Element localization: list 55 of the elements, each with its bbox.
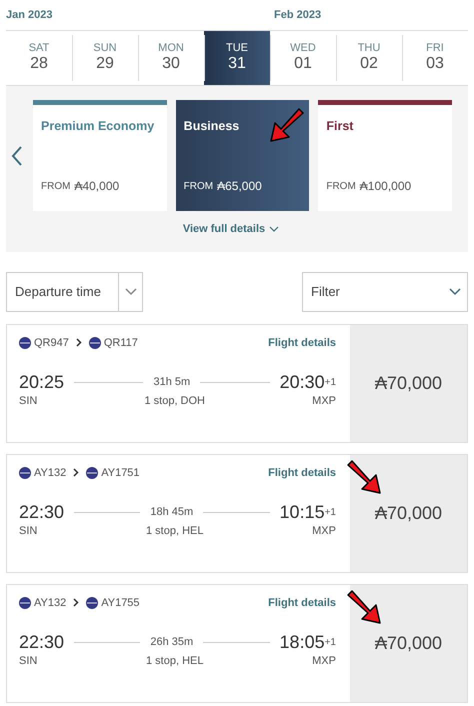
previous-arrow-icon[interactable] (10, 144, 24, 166)
fare-price: ₳70,000 (374, 502, 442, 524)
chevron-down-icon (124, 288, 136, 296)
departure-time: 20:25 (19, 373, 64, 391)
airline-logo-icon (19, 336, 31, 349)
cabin-card[interactable]: Business FROM ₳65,000 (176, 100, 310, 211)
date-tab[interactable]: TUE 31 (204, 31, 270, 85)
flight-number: AY132 (34, 596, 66, 610)
flight-details-link[interactable]: Flight details (268, 594, 336, 611)
arrival-time: 18:05 (280, 633, 325, 651)
stops: 1 stop, DOH (144, 394, 206, 409)
arrival-time: 10:15 (280, 503, 325, 521)
flight-number: AY132 (34, 466, 66, 480)
airport-code: SIN (19, 394, 38, 409)
flight-number: QR947 (34, 336, 69, 350)
duration: 26h 35m (150, 634, 194, 650)
airport-code: SIN (19, 524, 38, 539)
airline-logo-icon (19, 466, 31, 479)
flight-number: QR117 (104, 336, 138, 350)
day-offset: +1 (324, 376, 336, 390)
dropdown[interactable]: Filter (302, 272, 468, 312)
fare-price: ₳70,000 (374, 372, 442, 394)
departure-time: 22:30 (19, 503, 64, 521)
chevron-down-icon (269, 226, 280, 232)
airline-logo-icon (86, 466, 98, 479)
chevron-right-icon (76, 338, 82, 348)
airport-code: MXP (312, 654, 336, 669)
duration: 31h 5m (153, 374, 190, 390)
cabin-card[interactable]: Premium Economy FROM ₳40,000 (33, 100, 167, 211)
view-details-link[interactable]: View full details (182, 221, 280, 238)
airport-code: MXP (312, 394, 336, 409)
arrival-time: 20:30 (280, 373, 325, 391)
stops: 1 stop, HEL (146, 524, 204, 539)
dropdown[interactable]: Departure time (6, 272, 143, 312)
cabin-card[interactable]: First FROM ₳100,000 (318, 100, 452, 211)
flight-details-link[interactable]: Flight details (268, 334, 336, 351)
airline-logo-icon (86, 596, 98, 609)
chevron-down-icon (449, 288, 461, 296)
day-offset: +1 (324, 506, 336, 520)
flight-details-link[interactable]: Flight details (268, 464, 336, 481)
month-label: Jan 2023 (6, 8, 54, 23)
fare-price: ₳70,000 (374, 632, 442, 654)
airline-logo-icon (88, 336, 101, 349)
airport-code: MXP (312, 524, 336, 539)
stops: 1 stop, HEL (146, 654, 204, 669)
duration: 18h 45m (150, 504, 194, 520)
departure-time: 22:30 (19, 633, 64, 651)
chevron-right-icon (73, 598, 80, 608)
month-label: Feb 2023 (273, 8, 322, 23)
flight-number: AY1751 (101, 466, 140, 480)
day-offset: +1 (324, 636, 336, 650)
chevron-right-icon (73, 468, 80, 478)
airline-logo-icon (19, 596, 31, 609)
airport-code: SIN (19, 654, 38, 669)
flight-number: AY1755 (101, 596, 140, 610)
